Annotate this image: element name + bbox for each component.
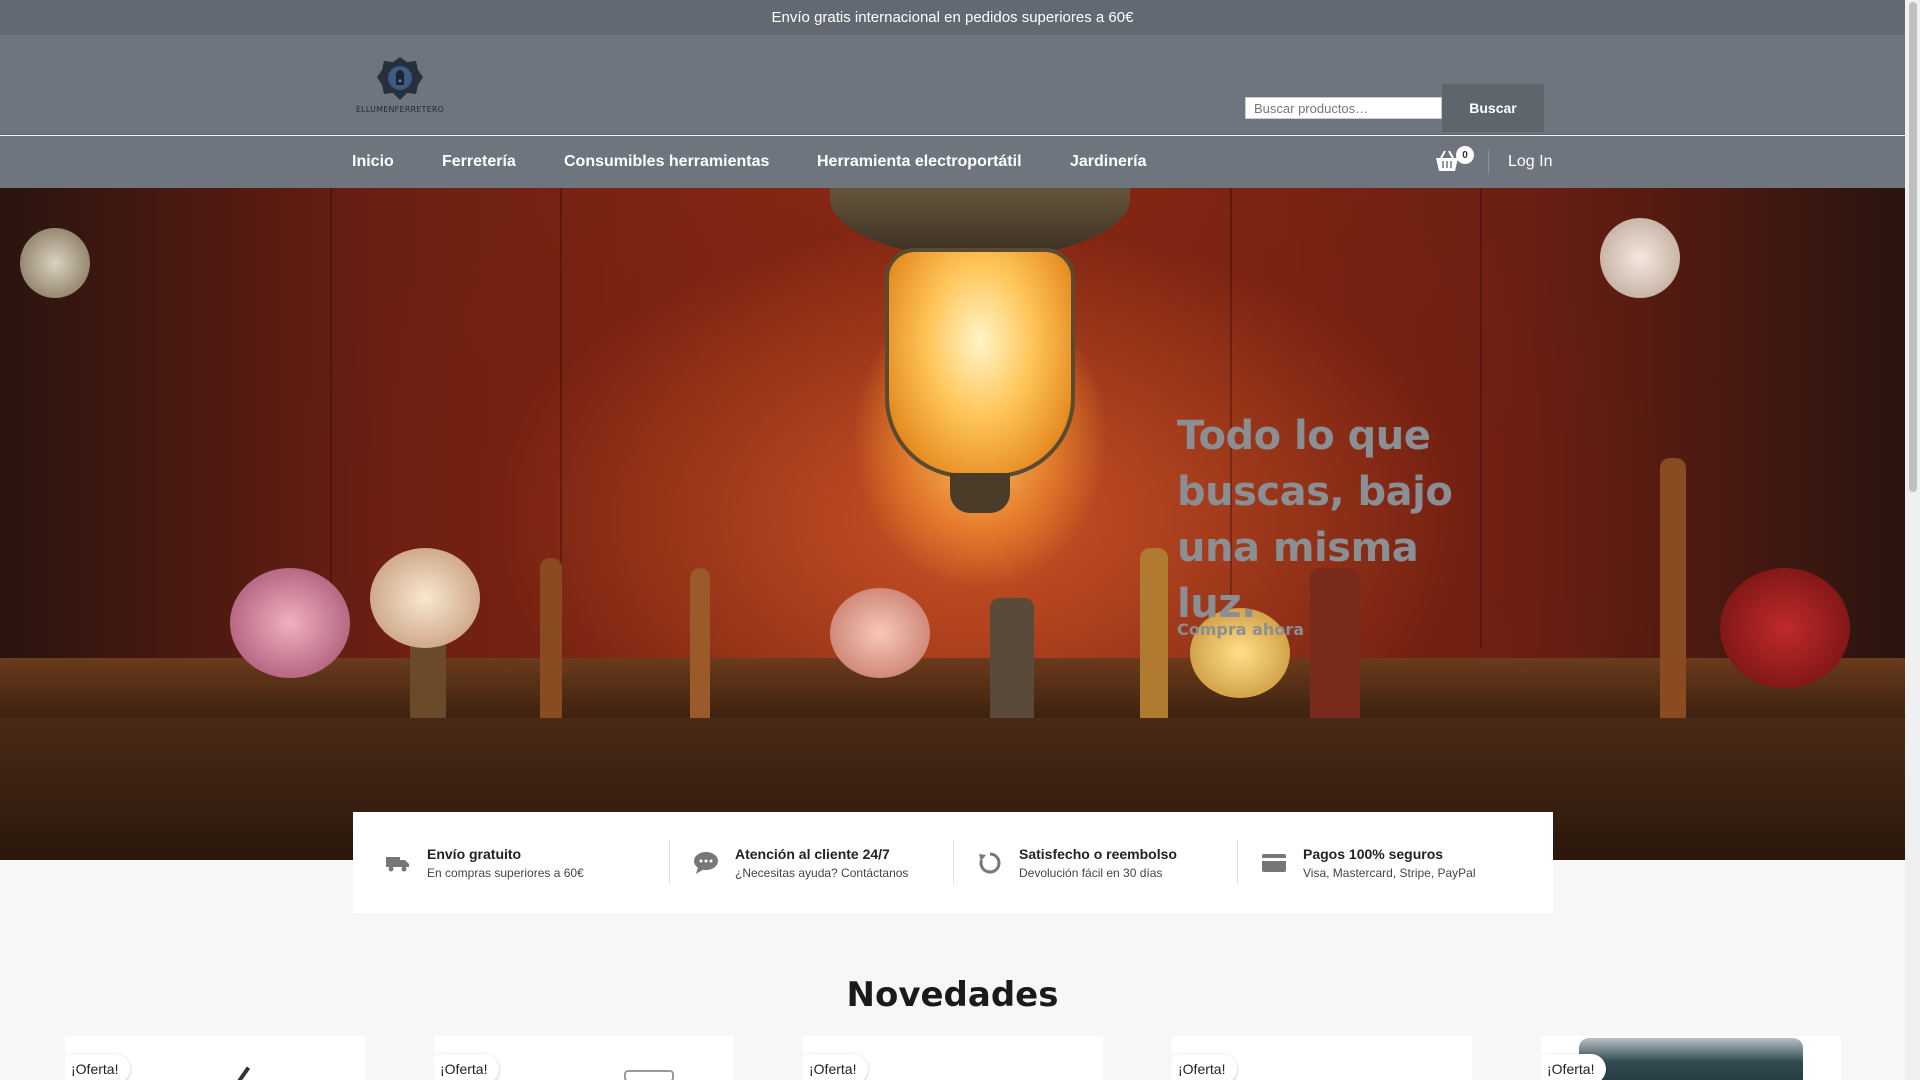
section-heading: Novedades: [846, 975, 1059, 1015]
sale-badge: ¡Oferta!: [1172, 1054, 1238, 1080]
feature-divider: [1237, 840, 1238, 884]
shop-now-link[interactable]: Compra ahora: [1177, 620, 1304, 639]
feature-title: Satisfecho o reembolso: [1019, 845, 1177, 862]
wood-plank-line: [330, 188, 332, 648]
product-image: [624, 1070, 674, 1080]
feature-title: Atención al cliente 24/7: [735, 845, 890, 862]
nav-item-inicio[interactable]: Inicio: [352, 136, 394, 188]
feature-subtitle: Devolución fácil en 30 días: [1019, 865, 1163, 880]
nav-item-electroportatil[interactable]: Herramienta electroportátil: [817, 136, 1022, 188]
product-card[interactable]: ¡Oferta!: [434, 1036, 734, 1080]
site-logo[interactable]: ELLUMENFERRETERO: [352, 55, 448, 125]
feature-divider: [669, 840, 670, 884]
feature-subtitle: Visa, Mastercard, Stripe, PayPal: [1303, 865, 1476, 880]
nav-item-jardineria[interactable]: Jardinería: [1070, 136, 1146, 188]
product-card[interactable]: ¡Oferta!: [65, 1036, 365, 1080]
flower-bunch: [230, 568, 350, 678]
scrollbar-thumb[interactable]: [1909, 2, 1917, 492]
chat-icon: [691, 848, 721, 878]
feature-subtitle: ¿Necesitas ayuda? Contáctanos: [735, 865, 909, 880]
product-card[interactable]: ¡Oferta!: [1172, 1036, 1472, 1080]
feature-refund: Satisfecho o reembolso Devolución fácil …: [975, 812, 1177, 913]
announcement-text: Envío gratis internacional en pedidos su…: [771, 9, 1134, 26]
site-header: ELLUMENFERRETERO Buscar: [0, 35, 1905, 135]
lamp-bulb: [885, 248, 1075, 478]
hero-banner: Todo lo que buscas, bajo una misma luz. …: [0, 188, 1905, 860]
nav-divider: [1488, 150, 1489, 174]
feature-free-shipping: Envío gratuito En compras superiores a 6…: [383, 812, 584, 913]
feature-secure-payments: Pagos 100% seguros Visa, Mastercard, Str…: [1259, 812, 1476, 913]
flower-bunch: [1720, 568, 1850, 688]
product-search: Buscar: [1245, 84, 1545, 132]
feature-subtitle: En compras superiores a 60€: [427, 865, 584, 880]
sale-badge: ¡Oferta!: [803, 1054, 869, 1080]
lamp-cap: [950, 473, 1010, 513]
logo-wordmark: ELLUMENFERRETERO: [355, 105, 445, 114]
main-navigation: Inicio Ferretería Consumibles herramient…: [0, 136, 1905, 188]
sale-badge: ¡Oferta!: [65, 1054, 131, 1080]
sale-badge: ¡Oferta!: [434, 1054, 500, 1080]
flower-bunch: [370, 548, 480, 648]
flower-bunch: [830, 588, 930, 678]
ornament: [20, 228, 90, 298]
logo-gear-icon: [377, 57, 423, 100]
sale-badge: ¡Oferta!: [1541, 1054, 1607, 1080]
cart-count-badge: 0: [1456, 146, 1474, 164]
product-card[interactable]: ¡Oferta!: [803, 1036, 1103, 1080]
feature-divider: [953, 840, 954, 884]
search-input[interactable]: [1245, 97, 1442, 119]
nav-item-ferreteria[interactable]: Ferretería: [442, 136, 516, 188]
features-bar: Envío gratuito En compras superiores a 6…: [353, 812, 1553, 913]
truck-icon: [383, 848, 413, 878]
snowflake-ornament: [1600, 218, 1680, 298]
product-image: [223, 1066, 251, 1080]
credit-card-icon: [1259, 848, 1289, 878]
search-button[interactable]: Buscar: [1442, 84, 1544, 132]
nav-item-consumibles[interactable]: Consumibles herramientas: [564, 136, 769, 188]
product-card[interactable]: ¡Oferta!: [1541, 1036, 1841, 1080]
product-image: [1579, 1038, 1803, 1080]
refund-icon: [975, 848, 1005, 878]
login-link[interactable]: Log In: [1508, 136, 1552, 188]
cart-button[interactable]: 0: [1434, 146, 1474, 178]
feature-title: Pagos 100% seguros: [1303, 845, 1444, 862]
feature-support: Atención al cliente 24/7 ¿Necesitas ayud…: [691, 812, 908, 913]
hero-heading: Todo lo que buscas, bajo una misma luz.: [1177, 413, 1453, 627]
feature-title: Envío gratuito: [427, 845, 522, 862]
announcement-bar: Envío gratis internacional en pedidos su…: [0, 0, 1905, 35]
